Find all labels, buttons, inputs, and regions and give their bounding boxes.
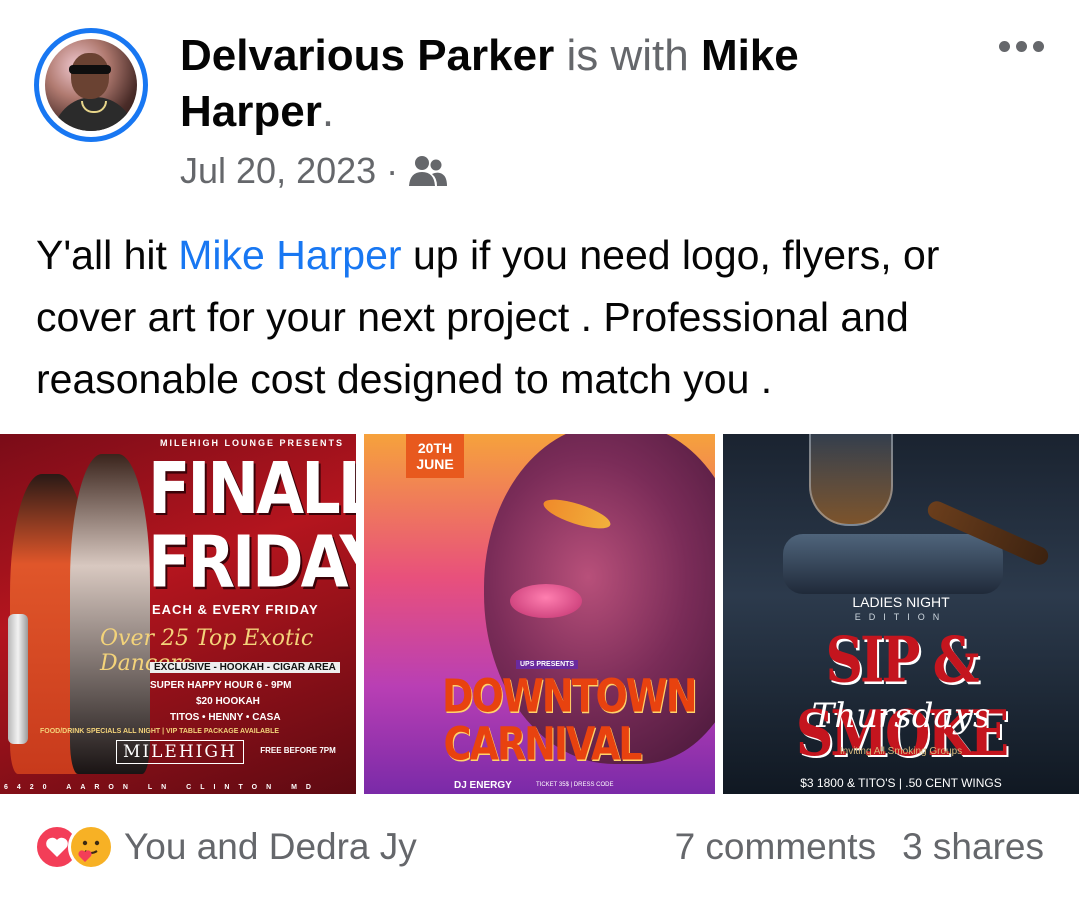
image-gallery: MILEHIGH LOUNGE PRESENTS FINALLY FRIDAY … [0,434,1079,794]
flyer1-free: FREE BEFORE 7PM [260,746,336,755]
shares-count[interactable]: 3 shares [902,826,1044,868]
flyer1-line2: SUPER HAPPY HOUR 6 - 9PM [150,680,292,691]
flyer-downtown-carnival[interactable]: 20TH JUNE UPS PRESENTS DOWNTOWN CARNIVAL… [364,434,715,794]
tagged-name-last[interactable]: Harper [180,87,322,136]
flyer1-address: 6420 AARON LN CLINTON MD [4,784,320,791]
flyer1-sub: EACH & EVERY FRIDAY [152,602,319,617]
flyer3-script: Thursdays [811,696,991,736]
flyer1-title-line1: FINALLY [148,446,356,531]
flyer1-line5: FOOD/DRINK SPECIALS ALL NIGHT | VIP TABL… [40,728,280,735]
post-meta: Jul 20, 2023 · [180,150,448,192]
with-label: is with [566,31,689,80]
flyer2-title-line2: CARNIVAL [443,717,643,771]
flyer1-line3: $20 HOOKAH [196,696,260,707]
author-name[interactable]: Delvarious Parker [180,31,554,80]
meta-separator: · [386,150,399,191]
flyer2-presents: UPS PRESENTS [516,660,579,669]
flyer1-line1: EXCLUSIVE - HOOKAH - CIGAR AREA [150,662,340,673]
care-reaction-icon [68,824,114,870]
header-period: . [321,87,335,136]
flyer-finally-friday[interactable]: MILEHIGH LOUNGE PRESENTS FINALLY FRIDAY … [0,434,356,794]
friends-icon[interactable] [408,154,448,188]
flyer3-edition: EDITION [854,612,948,622]
flyer3-ladies-night: LADIES NIGHT [852,594,950,610]
post-text-start: Y'all hit [36,232,179,278]
flyer2-ticket: TICKET 35$ | DRESS CODE [536,782,614,788]
flyer2-title-line1: DOWNTOWN [442,669,698,723]
flyer-sip-smoke[interactable]: LADIES NIGHT EDITION SIP & SMOKE Thursda… [723,434,1079,794]
reactors-text[interactable]: You and Dedra Jy [124,826,417,868]
engagement-counts: 7 comments 3 shares [675,826,1044,868]
flyer1-title: FINALLY FRIDAY [148,446,356,604]
profile-avatar[interactable] [34,28,148,142]
more-options-button[interactable] [990,30,1052,62]
post-body: Y'all hit Mike Harper up if you need log… [36,224,1046,410]
post-date[interactable]: Jul 20, 2023 [180,150,376,192]
reaction-icons [34,824,114,870]
more-dot-icon [998,40,1010,52]
tagged-name-first[interactable]: Mike [701,31,799,80]
flyer2-date-badge: 20TH JUNE [406,434,464,478]
more-dot-icon [1015,40,1027,52]
post-footer: You and Dedra Jy 7 comments 3 shares [34,822,1044,872]
flyer3-inviting: Inviting All Smoking Groups [839,746,963,757]
flyer2-title: DOWNTOWN CARNIVAL [442,669,698,771]
flyer1-club: MILEHIGH [116,740,244,764]
flyer1-line4: TITOS • HENNY • CASA [170,712,281,723]
flyer3-specials: $3 1800 & TITO'S | .50 CENT WINGS [800,776,1002,790]
mention-link[interactable]: Mike Harper [178,232,401,278]
flyer1-title-line2: FRIDAY [148,519,356,604]
comments-count[interactable]: 7 comments [675,826,877,868]
flyer2-dj: DJ ENERGY [454,780,512,791]
reactions-summary[interactable]: You and Dedra Jy [34,824,417,870]
more-dot-icon [1032,40,1044,52]
post-header: Delvarious Parker is with Mike Harper. [180,28,900,140]
avatar-photo [45,39,137,131]
